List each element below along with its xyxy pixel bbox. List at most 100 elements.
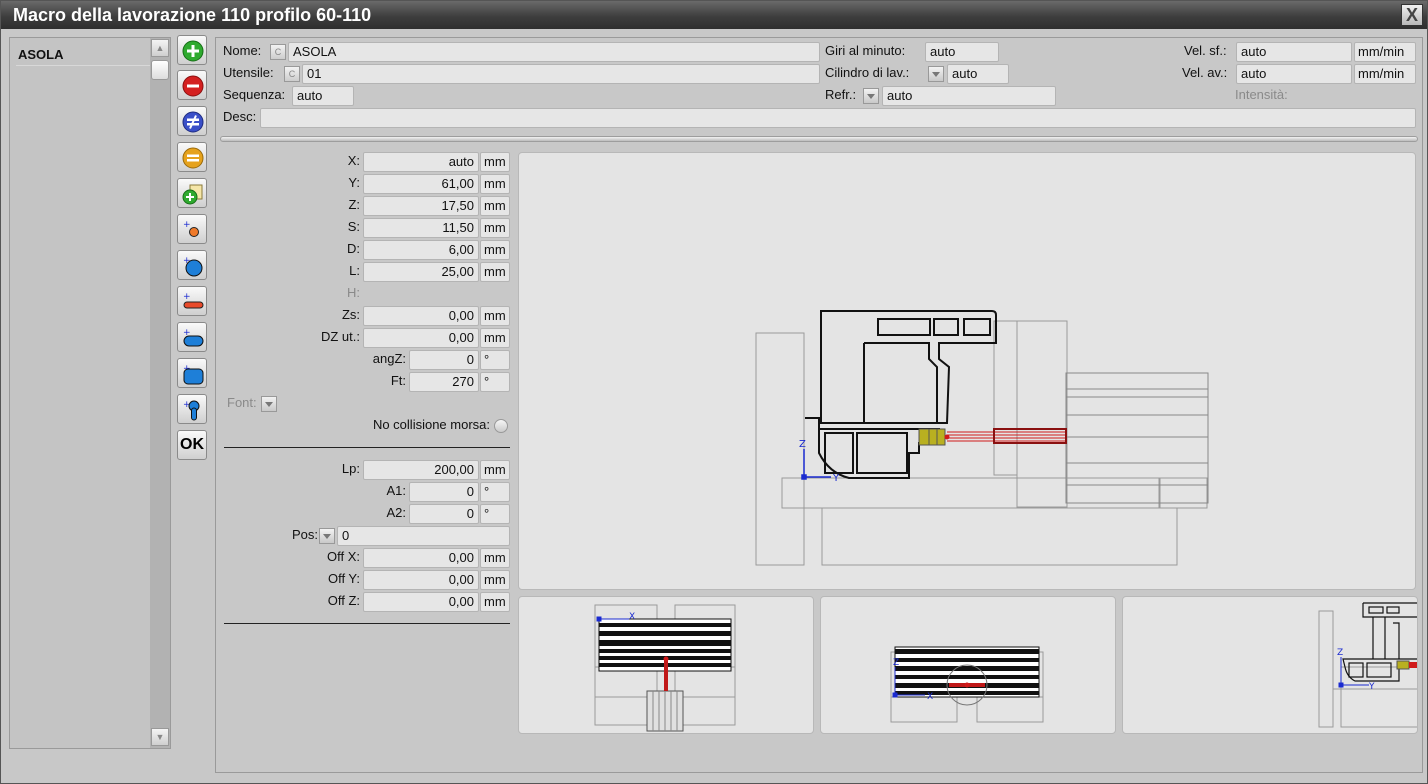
intensita-label: Intensità: — [1235, 87, 1288, 102]
main-profile-view[interactable]: Z Y — [518, 152, 1416, 590]
wide-slot-button[interactable]: + — [177, 322, 207, 352]
dzut-field[interactable]: 0,00 — [363, 328, 479, 348]
giri-label: Giri al minuto: — [825, 43, 906, 58]
font-dropdown-button[interactable] — [261, 396, 277, 412]
refr-dropdown-button[interactable] — [863, 88, 879, 104]
side-view[interactable]: Z Y — [1122, 596, 1418, 734]
nome-label: Nome: — [223, 43, 262, 58]
axis-y-label: Y — [832, 473, 840, 484]
velav-label: Vel. av.: — [1182, 65, 1228, 80]
nocollisione-radio[interactable] — [494, 419, 508, 433]
add-button[interactable] — [177, 35, 207, 65]
l-unit: mm — [480, 262, 510, 282]
velsf-field[interactable]: auto — [1236, 42, 1352, 62]
vertical-toolbar: + + + + + OK — [173, 35, 213, 755]
desc-field[interactable] — [260, 108, 1416, 128]
scroll-up-button[interactable]: ▲ — [151, 39, 169, 57]
giri-field[interactable]: auto — [925, 42, 999, 62]
not-equal-button[interactable] — [177, 106, 207, 136]
top-axis-x-label: X — [629, 612, 635, 622]
remove-button[interactable] — [177, 70, 207, 100]
angz-field[interactable]: 0 — [409, 350, 479, 370]
list-item[interactable]: ASOLA — [16, 44, 150, 66]
lp-unit: mm — [480, 460, 510, 480]
refr-field[interactable]: auto — [882, 86, 1056, 106]
splitter-bar[interactable] — [220, 136, 1418, 142]
ok-button[interactable]: OK — [177, 430, 207, 460]
offz-label: Off Z: — [327, 593, 360, 608]
ft-field[interactable]: 270 — [409, 372, 479, 392]
angz-unit: ° — [480, 350, 510, 370]
zs-unit: mm — [480, 306, 510, 326]
utensile-c-button[interactable]: C — [284, 66, 300, 82]
d-field[interactable]: 6,00 — [363, 240, 479, 260]
side-axis-y-label: Y — [1368, 682, 1375, 692]
d-unit: mm — [480, 240, 510, 260]
front-view[interactable]: Z X — [820, 596, 1116, 734]
nome-c-button[interactable]: C — [270, 44, 286, 60]
macro-window: Macro della lavorazione 110 profilo 60-1… — [0, 0, 1428, 784]
front-view-drawing: Z X — [890, 646, 1044, 723]
x-field[interactable]: auto — [363, 152, 479, 172]
utensile-field[interactable]: 01 — [302, 64, 820, 84]
circle-hole-button[interactable]: + — [177, 250, 207, 280]
divider — [224, 623, 510, 624]
pos-dropdown-button[interactable] — [319, 528, 335, 544]
main-panel: Nome: C ASOLA Giri al minuto: auto Vel. … — [215, 37, 1423, 773]
slot-button[interactable]: + — [177, 286, 207, 316]
offx-field[interactable]: 0,00 — [363, 548, 479, 568]
sequenza-label: Sequenza: — [223, 87, 286, 102]
a2-unit: ° — [480, 504, 510, 524]
remove-icon — [182, 75, 204, 97]
z-label: Z: — [348, 197, 360, 212]
zs-field[interactable]: 0,00 — [363, 306, 479, 326]
s-unit: mm — [480, 218, 510, 238]
l-label: L: — [349, 263, 360, 278]
velav-unit: mm/min — [1354, 64, 1416, 84]
s-label: S: — [347, 219, 360, 234]
velav-field[interactable]: auto — [1236, 64, 1352, 84]
pos-field[interactable]: 0 — [337, 526, 510, 546]
scroll-thumb[interactable] — [151, 60, 169, 80]
wide-slot-icon: + — [183, 328, 204, 347]
slot-icon: + — [183, 292, 204, 309]
offy-field[interactable]: 0,00 — [363, 570, 479, 590]
top-view-drawing: X — [594, 604, 736, 732]
close-button[interactable]: X — [1401, 4, 1423, 26]
a1-unit: ° — [480, 482, 510, 502]
point-hole-button[interactable]: + — [177, 214, 207, 244]
y-field[interactable]: 61,00 — [363, 174, 479, 194]
pocket-icon: + — [183, 364, 204, 385]
cilindro-dropdown-button[interactable] — [928, 66, 944, 82]
offz-unit: mm — [480, 592, 510, 612]
equal-button[interactable] — [177, 142, 207, 172]
x-unit: mm — [480, 152, 510, 172]
cilindro-field[interactable]: auto — [947, 64, 1009, 84]
add-copy-icon — [182, 184, 203, 205]
duplicate-button[interactable] — [177, 178, 207, 208]
velsf-label: Vel. sf.: — [1184, 43, 1227, 58]
list-scrollbar[interactable]: ▲ ▼ — [150, 38, 170, 748]
axis-z-label: Z — [799, 439, 806, 450]
a1-field[interactable]: 0 — [409, 482, 479, 502]
lp-field[interactable]: 200,00 — [363, 460, 479, 480]
keyhole-button[interactable]: + — [177, 394, 207, 424]
nome-field[interactable]: ASOLA — [288, 42, 820, 62]
dzut-unit: mm — [480, 328, 510, 348]
svg-text:+: + — [183, 220, 191, 230]
sequenza-field[interactable]: auto — [292, 86, 354, 106]
window-title: Macro della lavorazione 110 profilo 60-1… — [13, 5, 372, 25]
a2-label: A2: — [386, 505, 406, 520]
d-label: D: — [347, 241, 360, 256]
pocket-button[interactable]: + — [177, 358, 207, 388]
ft-label: Ft: — [390, 373, 406, 388]
velsf-unit: mm/min — [1354, 42, 1416, 62]
s-field[interactable]: 11,50 — [363, 218, 479, 238]
offz-field[interactable]: 0,00 — [363, 592, 479, 612]
top-view[interactable]: X — [518, 596, 814, 734]
a2-field[interactable]: 0 — [409, 504, 479, 524]
z-field[interactable]: 17,50 — [363, 196, 479, 216]
scroll-down-button[interactable]: ▼ — [151, 728, 169, 746]
keyhole-icon: + — [183, 400, 200, 421]
l-field[interactable]: 25,00 — [363, 262, 479, 282]
